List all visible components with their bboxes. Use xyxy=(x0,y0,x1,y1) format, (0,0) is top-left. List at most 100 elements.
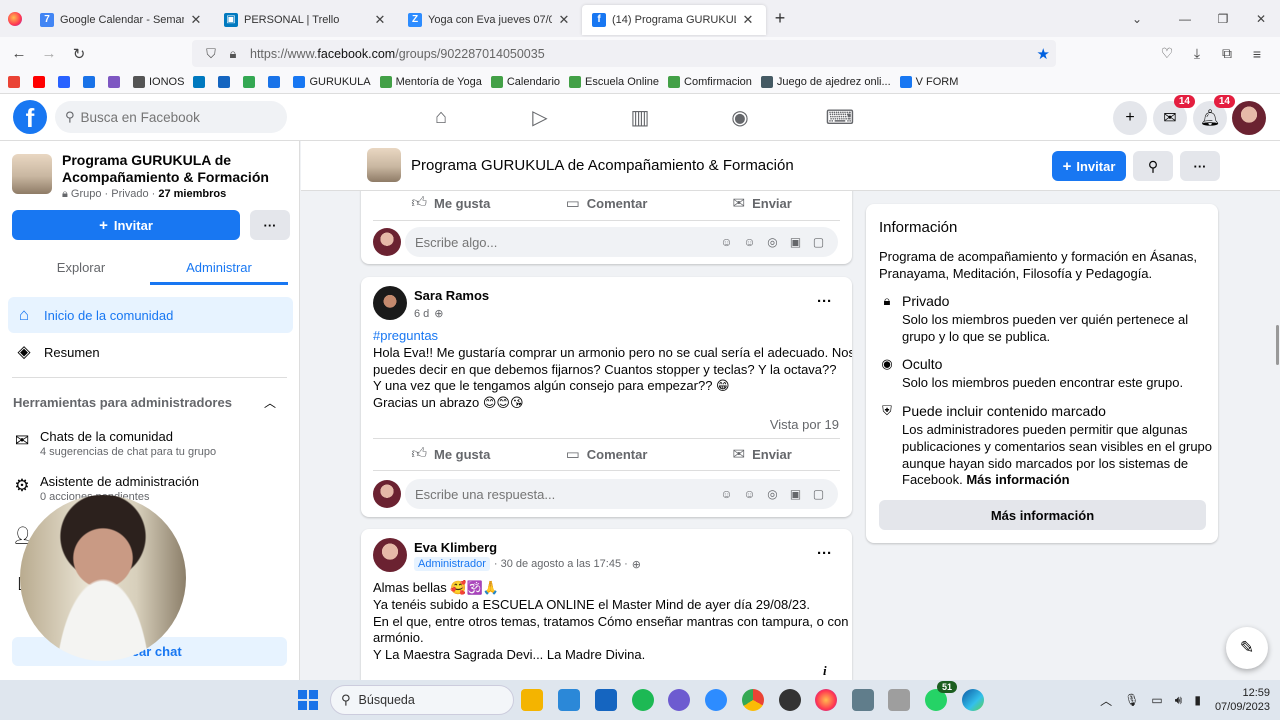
chrome-icon[interactable] xyxy=(742,689,764,711)
profile-avatar[interactable] xyxy=(1232,101,1266,135)
tracking-shield-icon[interactable]: ⛉ xyxy=(200,46,222,62)
comment-box[interactable]: ☺ ☺ ◎ ▣ ▢ xyxy=(405,227,838,257)
more-options-button[interactable]: ··· xyxy=(250,210,290,240)
firefox-menu-icon[interactable] xyxy=(0,0,30,37)
chevron-up-icon[interactable]: ︿ xyxy=(264,394,276,411)
group-more-button[interactable]: ··· xyxy=(1180,151,1220,181)
taskbar-search[interactable]: ⚲ Búsqueda xyxy=(330,685,514,715)
group-name[interactable]: Programa GURUKULA de Acompañamiento & Fo… xyxy=(62,152,292,186)
learn-more-link[interactable]: Más información xyxy=(966,472,1069,487)
post-author[interactable]: Eva Klimberg xyxy=(414,540,497,555)
speaker-icon[interactable]: 🔊︎ xyxy=(1175,693,1183,708)
bookmark-item[interactable] xyxy=(243,75,259,88)
close-tab-icon[interactable]: ✕ xyxy=(372,12,388,28)
bookmark-item[interactable] xyxy=(218,75,234,88)
app-icon[interactable] xyxy=(888,689,910,711)
member-count[interactable]: 27 miembros xyxy=(158,188,226,200)
bookmark-star-icon[interactable]: ★ xyxy=(1037,45,1050,63)
reply-input[interactable] xyxy=(415,486,715,502)
bookmark-item[interactable] xyxy=(33,75,49,88)
minimize-icon[interactable]: — xyxy=(1166,12,1204,26)
firefox-icon[interactable] xyxy=(815,689,837,711)
like-button[interactable]: 👍︎ Me gusta xyxy=(373,188,529,218)
obs-icon[interactable] xyxy=(779,689,801,711)
browser-tab[interactable]: Z Yoga con Eva jueves 07/09 - Zo ✕ xyxy=(398,5,582,35)
bookmark-item[interactable]: Mentoría de Yoga xyxy=(379,75,482,88)
marketplace-icon[interactable]: ▥ xyxy=(610,94,670,141)
post-timestamp[interactable]: · 30 de agosto a las 17:45 · xyxy=(494,558,628,570)
facebook-search[interactable]: ⚲ xyxy=(55,101,287,133)
app-icon[interactable] xyxy=(668,689,690,711)
avatar[interactable] xyxy=(373,538,407,572)
hashtag-link[interactable]: #preguntas xyxy=(373,328,843,345)
bookmark-item[interactable]: Escuela Online xyxy=(569,75,659,88)
battery-icon[interactable]: ▮ xyxy=(1194,693,1201,707)
new-message-edit-icon[interactable]: ✎ xyxy=(1226,627,1268,669)
tab-explore[interactable]: Explorar xyxy=(12,251,150,285)
gif-icon[interactable]: ▣ xyxy=(784,235,807,249)
lock-icon[interactable]: 🔒︎ xyxy=(222,46,244,62)
create-plus-icon[interactable]: + xyxy=(1113,101,1147,135)
url-bar[interactable]: ⛉ 🔒︎ https://www.facebook.com/groups/902… xyxy=(192,40,1056,67)
header-invite-button[interactable]: + Invitar xyxy=(1052,151,1126,181)
bookmark-item[interactable]: Calendario xyxy=(490,75,560,88)
restore-icon[interactable]: ❐ xyxy=(1204,12,1242,26)
avatar-sticker-icon[interactable]: ☺ xyxy=(715,487,738,501)
menu-icon[interactable]: ≡ xyxy=(1242,46,1272,62)
camera-icon[interactable]: ◎ xyxy=(761,235,784,249)
close-window-icon[interactable]: ✕ xyxy=(1242,12,1280,26)
list-all-tabs-icon[interactable]: ⌄ xyxy=(1118,12,1156,26)
reload-icon[interactable]: ↻ xyxy=(64,45,94,63)
bookmark-item[interactable]: IONOS xyxy=(133,75,184,88)
send-button[interactable]: ✉ Enviar xyxy=(684,188,840,218)
bookmark-item[interactable] xyxy=(83,75,99,88)
post-author[interactable]: Sara Ramos xyxy=(414,288,489,303)
avatar[interactable] xyxy=(373,286,407,320)
camera-icon[interactable]: ◎ xyxy=(761,487,784,501)
comment-input[interactable] xyxy=(415,234,715,250)
edge-icon[interactable] xyxy=(962,689,984,711)
back-icon[interactable]: ← xyxy=(4,45,34,62)
avatar[interactable] xyxy=(373,228,401,256)
gaming-icon[interactable]: ⌨ xyxy=(810,94,870,141)
group-cover-thumbnail[interactable] xyxy=(12,154,52,194)
reply-box[interactable]: ☺ ☺ ◎ ▣ ▢ xyxy=(405,479,838,509)
send-button[interactable]: ✉ Enviar xyxy=(684,439,840,469)
group-cover-thumbnail[interactable] xyxy=(367,148,401,182)
sidebar-item-community-home[interactable]: ⌂ Inicio de la comunidad xyxy=(8,297,293,333)
whatsapp-icon[interactable]: 51 xyxy=(925,681,957,711)
group-header-name[interactable]: Programa GURUKULA de Acompañamiento & Fo… xyxy=(411,157,794,174)
forward-icon[interactable]: → xyxy=(34,45,64,62)
downloads-icon[interactable]: ⤓ xyxy=(1182,45,1212,62)
microphone-icon[interactable]: 🎙︎ xyxy=(1124,693,1139,707)
facebook-search-input[interactable] xyxy=(80,109,271,125)
bookmark-item[interactable] xyxy=(58,75,74,88)
clock[interactable]: 12:59 07/09/2023 xyxy=(1215,686,1270,714)
close-tab-icon[interactable]: ✕ xyxy=(740,12,756,28)
browser-tab[interactable]: 7 Google Calendar - Semana del ✕ xyxy=(30,5,214,35)
bookmark-item[interactable] xyxy=(193,75,209,88)
extensions-icon[interactable]: ⧉ xyxy=(1212,45,1242,62)
spotify-icon[interactable] xyxy=(632,689,654,711)
home-icon[interactable]: ⌂ xyxy=(411,94,471,141)
bookmark-item[interactable] xyxy=(8,75,24,88)
avatar-sticker-icon[interactable]: ☺ xyxy=(715,235,738,249)
chevron-up-icon[interactable]: ︿ xyxy=(1100,692,1112,709)
calculator-icon[interactable] xyxy=(852,689,874,711)
emoji-icon[interactable]: ☺ xyxy=(738,235,761,249)
tab-administrar[interactable]: Administrar xyxy=(150,251,288,285)
windows-start-icon[interactable] xyxy=(298,690,318,710)
emoji-icon[interactable]: ☺ xyxy=(738,487,761,501)
bookmark-item[interactable]: Juego de ajedrez onli... xyxy=(760,75,891,88)
notepad-icon[interactable] xyxy=(558,689,580,711)
browser-tab[interactable]: f (14) Programa GURUKULA de A ✕ xyxy=(582,4,766,35)
bookmark-item[interactable] xyxy=(268,75,284,88)
bookmark-item[interactable]: V FORM xyxy=(899,75,958,88)
file-explorer-icon[interactable] xyxy=(521,689,543,711)
browser-tab[interactable]: ▣ PERSONAL | Trello ✕ xyxy=(214,5,398,35)
bookmark-item[interactable]: GURUKULA xyxy=(293,75,371,88)
messenger-icon[interactable]: ✉ 14 xyxy=(1153,95,1195,135)
url-text[interactable]: https://www.facebook.com/groups/90228701… xyxy=(250,47,545,61)
new-tab-button[interactable]: + xyxy=(766,8,794,29)
gif-icon[interactable]: ▣ xyxy=(784,487,807,501)
